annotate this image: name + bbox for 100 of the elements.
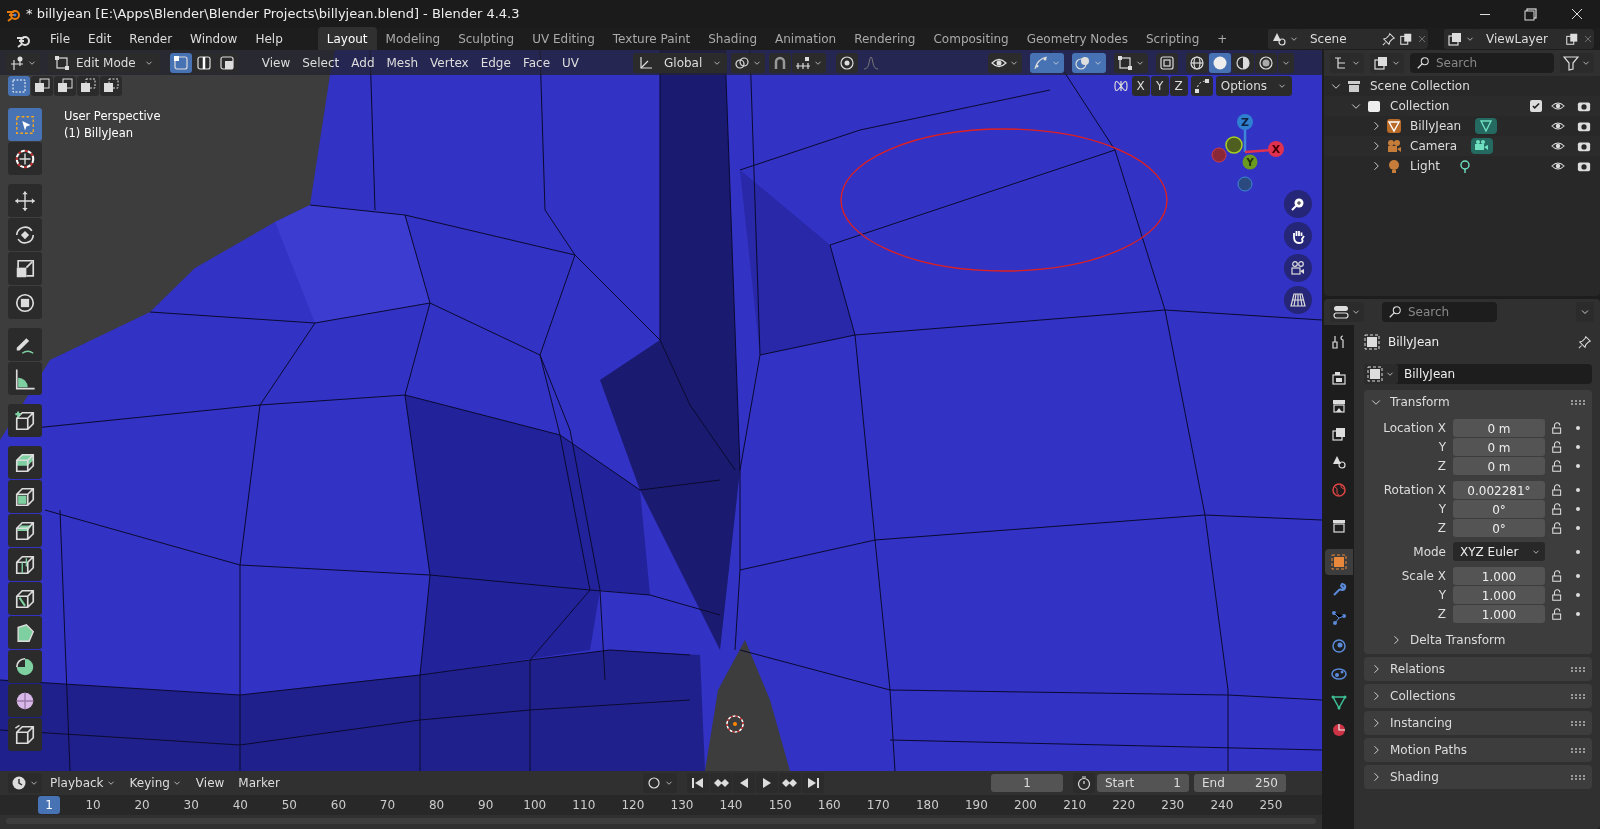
number-field[interactable]: 0° xyxy=(1453,518,1545,537)
frame-number: 150 xyxy=(767,797,793,814)
menu-item[interactable]: Playback xyxy=(44,773,122,793)
outliner-item[interactable]: Scene Collection xyxy=(1370,77,1470,95)
field-label: Location X xyxy=(1382,419,1447,437)
object-name: BillyJean xyxy=(1388,334,1440,351)
frame-number: 240 xyxy=(1209,797,1235,814)
workspace-tab[interactable]: Shading xyxy=(699,27,766,51)
search-input[interactable]: Search xyxy=(1406,302,1491,322)
menu-item[interactable]: Render xyxy=(121,28,181,50)
number-field[interactable]: 0° xyxy=(1453,499,1545,518)
options-dropdown[interactable]: Options xyxy=(1215,76,1292,96)
frame-number: 170 xyxy=(865,797,891,814)
menu-item[interactable]: Keying xyxy=(123,773,188,793)
workspace-tab[interactable]: Animation xyxy=(766,27,846,51)
viewport-info-text: (1) BillyJean xyxy=(64,125,135,142)
search-field[interactable]: Search xyxy=(1382,302,1497,322)
search-field[interactable]: Search xyxy=(1410,53,1554,73)
field-label: Y xyxy=(1437,500,1447,518)
outliner-item[interactable]: Camera xyxy=(1410,137,1458,155)
menu-item[interactable]: File xyxy=(42,28,79,50)
menu-item[interactable]: View xyxy=(189,772,231,794)
workspace-tab[interactable]: Layout xyxy=(317,27,377,51)
outliner-item[interactable]: Collection xyxy=(1390,97,1450,115)
workspace-tab[interactable]: UV Editing xyxy=(523,27,604,51)
menu-item[interactable]: Edit xyxy=(80,28,120,50)
frame-number: 40 xyxy=(231,797,249,814)
workspace-tab[interactable]: Scripting xyxy=(1136,27,1209,51)
field-label: Z xyxy=(1436,457,1447,475)
field-label: Z xyxy=(1436,519,1447,537)
frame-number: 10 xyxy=(84,797,102,814)
number-field[interactable]: 0 m xyxy=(1453,437,1545,456)
frame-number: 250 xyxy=(1258,797,1284,814)
number-field[interactable]: 0 m xyxy=(1453,456,1545,475)
frame-number: 180 xyxy=(914,797,940,814)
panel-header[interactable]: Shading xyxy=(1364,765,1592,789)
frame-number: 50 xyxy=(280,797,298,814)
panel-header[interactable]: Motion Paths xyxy=(1364,738,1592,762)
frame-number: 200 xyxy=(1013,797,1038,814)
add-workspace-button[interactable]: + xyxy=(1208,27,1237,51)
panel-header[interactable]: Relations xyxy=(1364,657,1592,681)
frame-number: 100 xyxy=(522,797,548,814)
frame-number: 30 xyxy=(182,797,200,814)
menu-item[interactable]: Help xyxy=(247,28,291,50)
field-label: Z xyxy=(1436,605,1447,623)
frame-number: 140 xyxy=(718,797,744,814)
field-label: Mode xyxy=(1412,543,1447,561)
frame-number: 190 xyxy=(964,797,989,814)
frame-number: 110 xyxy=(571,797,597,814)
mode-dropdown[interactable]: Edit Mode xyxy=(48,52,160,73)
end-frame-field[interactable]: End 250 xyxy=(1194,774,1286,792)
menu-item[interactable]: UV xyxy=(556,51,585,74)
menu-item[interactable]: Edge xyxy=(474,51,517,74)
frame-number: 130 xyxy=(669,797,695,814)
menu-item[interactable]: Window xyxy=(182,28,246,50)
outliner-item[interactable]: Light xyxy=(1410,157,1440,175)
workspace-tab[interactable]: Modeling xyxy=(376,27,450,51)
frame-number: 20 xyxy=(133,797,151,814)
window-title: * billyjean [E:\Apps\Blender\Blender Projects\billyjean.blend] - Blender 4.4.3 xyxy=(26,5,520,24)
workspace-tab[interactable]: Texture Paint xyxy=(603,27,700,51)
outliner-item[interactable]: BillyJean xyxy=(1410,117,1462,135)
menu-item[interactable]: Marker xyxy=(232,772,286,794)
subpanel-header[interactable]: Delta Transform xyxy=(1364,628,1592,652)
frame-number: 220 xyxy=(1111,797,1137,814)
viewport-info-text: User Perspective xyxy=(64,108,161,125)
menu-item[interactable]: Mesh xyxy=(380,51,425,74)
field-label: Y xyxy=(1437,586,1447,604)
start-frame-field[interactable]: Start 1 xyxy=(1097,774,1189,792)
dropdown-field[interactable]: XYZ Euler xyxy=(1453,542,1545,561)
frame-number: 70 xyxy=(378,797,397,814)
current-frame-field[interactable]: 1 xyxy=(991,774,1063,792)
number-field[interactable]: 0 m xyxy=(1453,418,1545,437)
menu-item[interactable]: Face xyxy=(516,51,556,74)
axis-label: X xyxy=(1271,143,1281,156)
menu-item[interactable]: Select xyxy=(296,51,346,74)
orientation-dropdown[interactable]: Global xyxy=(633,52,728,73)
frame-number: 60 xyxy=(329,797,348,814)
frame-number: 80 xyxy=(427,797,446,814)
number-field[interactable]: 0.002281° xyxy=(1453,480,1545,499)
number-field[interactable]: 1.000 xyxy=(1453,604,1545,623)
frame-number: 90 xyxy=(477,797,495,814)
panel-header[interactable]: Collections xyxy=(1364,684,1592,708)
workspace-tab[interactable]: Rendering xyxy=(845,27,925,51)
panel-header[interactable]: Transform xyxy=(1364,390,1592,414)
axis-label: Y xyxy=(1246,157,1254,168)
number-field[interactable]: 1.000 xyxy=(1453,566,1545,585)
menu-item[interactable]: Vertex xyxy=(424,51,475,74)
number-field[interactable]: 1.000 xyxy=(1453,585,1545,604)
field-label: Scale X xyxy=(1400,567,1447,585)
workspace-tab[interactable]: Geometry Nodes xyxy=(1017,27,1137,51)
frame-number: 210 xyxy=(1062,797,1088,814)
field-label: Y xyxy=(1437,438,1447,456)
frame-number: 120 xyxy=(620,797,646,814)
workspace-tab[interactable]: Sculpting xyxy=(449,27,524,51)
current-frame-marker[interactable]: 1 xyxy=(38,796,60,814)
axis-label: Z xyxy=(1241,116,1249,129)
workspace-tab[interactable]: Compositing xyxy=(924,27,1018,51)
menu-item[interactable]: Add xyxy=(345,51,381,74)
menu-item[interactable]: View xyxy=(255,51,297,74)
panel-header[interactable]: Instancing xyxy=(1364,711,1592,735)
